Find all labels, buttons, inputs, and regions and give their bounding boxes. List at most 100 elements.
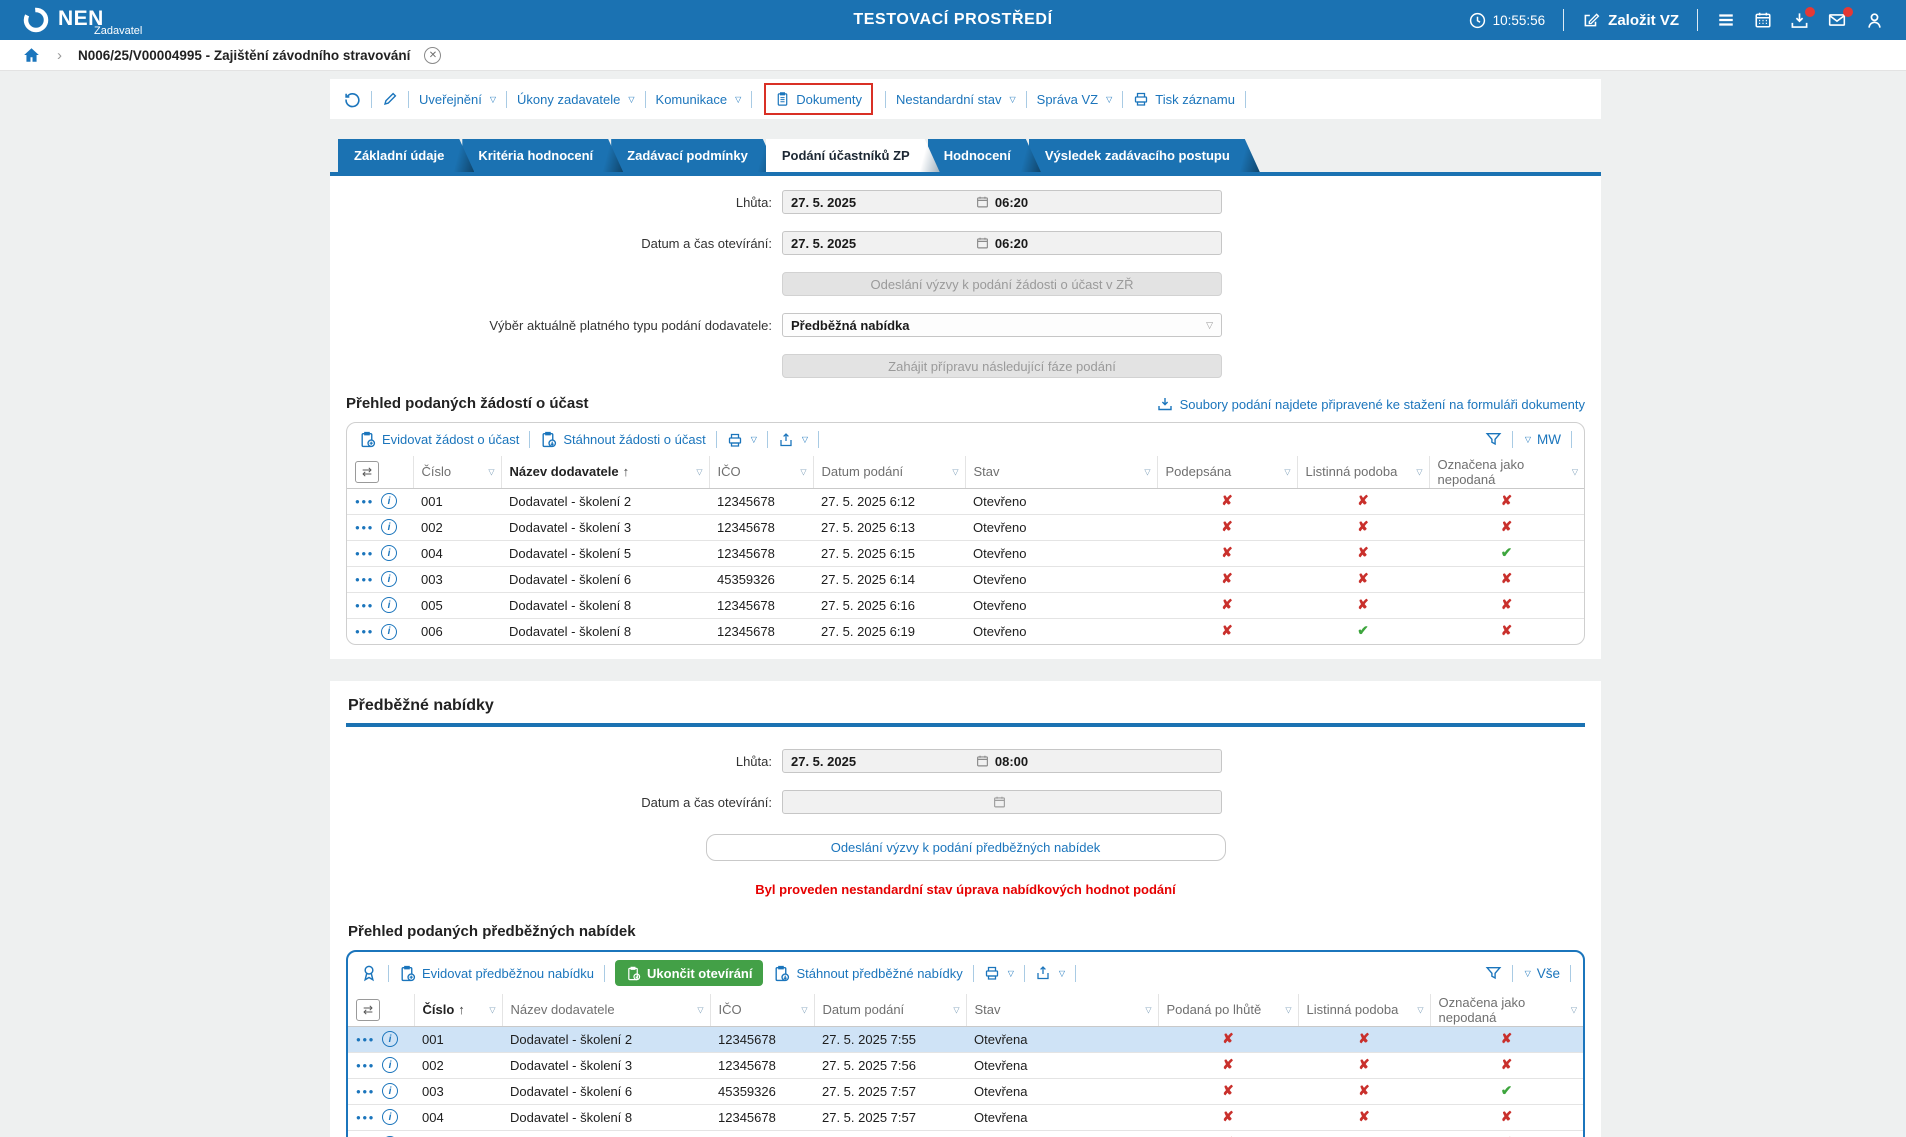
view-selector[interactable]: ▽ Vše: [1523, 966, 1560, 981]
tab-hodnoceni[interactable]: Hodnocení: [928, 139, 1041, 172]
row-info-icon[interactable]: i: [382, 1083, 398, 1100]
print-list-button[interactable]: ▽: [984, 965, 1014, 981]
table-row[interactable]: ●●●i005Dodavatel - školení 81234567827. …: [347, 592, 1584, 619]
submission-files-link[interactable]: Soubory podání najdete připravené ke sta…: [1157, 396, 1585, 412]
preliminary-deadline-field[interactable]: 27. 5. 2025 08:00: [782, 749, 1222, 773]
table-row[interactable]: ●●● i 001 Dodavatel - školení 2 12345678 27. …: [347, 488, 1584, 515]
calendar-icon[interactable]: [1754, 11, 1772, 29]
row-menu-icon[interactable]: ●●●: [356, 1113, 375, 1122]
table-row[interactable]: ●●●i005Dodavatel - školení 81234567827. …: [348, 1130, 1583, 1137]
row-menu-icon[interactable]: ●●●: [356, 1061, 375, 1070]
finish-opening-button[interactable]: Ukončit otevírání: [615, 960, 764, 986]
row-info-icon[interactable]: i: [381, 623, 397, 640]
close-icon[interactable]: ✕: [424, 46, 442, 64]
row-menu-icon[interactable]: ●●●: [355, 627, 374, 636]
table-row[interactable]: ●●● i 002 Dodavatel - školení 3 12345678 27. …: [348, 1052, 1583, 1079]
row-info-icon[interactable]: i: [381, 571, 397, 588]
table-row[interactable]: ●●● i 003 Dodavatel - školení 6 45359326 27. …: [348, 1078, 1583, 1105]
table-row[interactable]: ●●● i 004 Dodavatel - školení 8 12345678 27. …: [348, 1104, 1583, 1131]
tab-vysledek-zadavaciho-postupu[interactable]: Výsledek zadávacího postupu: [1029, 139, 1260, 172]
ribbon-icon[interactable]: [360, 964, 378, 982]
calendar-icon[interactable]: [976, 195, 989, 209]
toolbar-item-uverejneni[interactable]: Uveřejnění ▽: [419, 92, 496, 107]
column-filter-icon[interactable]: ▽: [1571, 1005, 1577, 1014]
column-filter-icon[interactable]: ▽: [489, 1005, 495, 1014]
column-filter-icon[interactable]: ▽: [1284, 467, 1290, 476]
column-filter-icon[interactable]: ▽: [696, 467, 702, 476]
toolbar-item-dokumenty[interactable]: Dokumenty: [764, 83, 873, 115]
filter-icon[interactable]: [1485, 965, 1502, 982]
inbox-download-icon[interactable]: [1790, 6, 1815, 30]
toolbar-item-nestandardni-stav[interactable]: Nestandardní stav ▽: [896, 92, 1016, 107]
download-preliminary-offers-button[interactable]: Stáhnout předběžné nabídky: [773, 965, 963, 982]
row-menu-icon[interactable]: ●●●: [355, 523, 374, 532]
row-info-icon[interactable]: i: [381, 493, 397, 510]
column-filter-icon[interactable]: ▽: [1416, 467, 1422, 476]
table-row[interactable]: ●●● i 001 Dodavatel - školení 2 12345678 27. …: [348, 1026, 1583, 1053]
tab-podani-ucastniku-zp[interactable]: Podání účastníků ZP: [766, 139, 940, 172]
send-invite-button[interactable]: Odeslání výzvy k podání žádosti o účast …: [782, 272, 1222, 296]
view-selector[interactable]: ▽ MW: [1523, 432, 1561, 447]
row-info-icon[interactable]: i: [382, 1109, 398, 1126]
column-filter-icon[interactable]: ▽: [953, 1005, 959, 1014]
create-vz-button[interactable]: Založit VZ: [1582, 11, 1679, 29]
export-list-button[interactable]: ▽: [1035, 965, 1065, 981]
row-menu-icon[interactable]: ●●●: [355, 601, 374, 610]
row-info-icon[interactable]: i: [381, 597, 397, 614]
tab-zadavaci-podminky[interactable]: Zadávací podmínky: [611, 139, 778, 172]
mail-icon[interactable]: [1827, 7, 1853, 29]
tab-zakladni-udaje[interactable]: Základní údaje: [338, 139, 474, 172]
column-filter-icon[interactable]: ▽: [488, 467, 494, 476]
row-info-icon[interactable]: i: [381, 545, 397, 562]
history-refresh-icon[interactable]: [344, 91, 361, 108]
home-icon[interactable]: [22, 46, 41, 64]
column-filter-icon[interactable]: ▽: [1285, 1005, 1291, 1014]
table-row[interactable]: ●●● i 004 Dodavatel - školení 5 12345678 27. …: [347, 540, 1584, 567]
submission-type-select[interactable]: Předběžná nabídka ▽: [782, 313, 1222, 337]
column-filter-icon[interactable]: ▽: [801, 1005, 807, 1014]
register-request-button[interactable]: Evidovat žádost o účast: [359, 431, 519, 448]
row-info-icon[interactable]: i: [381, 519, 397, 536]
next-phase-button[interactable]: Zahájit přípravu následující fáze podání: [782, 354, 1222, 378]
toolbar-item-sprava-vz[interactable]: Správa VZ ▽: [1037, 92, 1113, 107]
download-requests-button[interactable]: Stáhnout žádosti o účast: [540, 431, 706, 448]
column-filter-icon[interactable]: ▽: [1417, 1005, 1423, 1014]
breadcrumb-record[interactable]: N006/25/V00004995 - Zajištění závodního …: [78, 48, 410, 63]
row-menu-icon[interactable]: ●●●: [355, 575, 374, 584]
column-filter-icon[interactable]: ▽: [1145, 1005, 1151, 1014]
filter-icon[interactable]: [1485, 431, 1502, 448]
table-row[interactable]: ●●● i 006 Dodavatel - školení 8 12345678 27. …: [347, 618, 1584, 644]
column-chooser-icon[interactable]: ⇄: [356, 998, 380, 1021]
row-info-icon[interactable]: i: [382, 1057, 398, 1074]
tab-kriteria-hodnoceni[interactable]: Kritéria hodnocení: [462, 139, 623, 172]
table-row[interactable]: ●●● i 002 Dodavatel - školení 3 12345678 27. …: [347, 514, 1584, 541]
send-preliminary-invite-button[interactable]: Odeslání výzvy k podání předběžných nabí…: [705, 834, 1226, 861]
opening-datetime-field[interactable]: 27. 5. 2025 06:20: [782, 231, 1222, 255]
toolbar-item-ukony-zadavatele[interactable]: Úkony zadavatele ▽: [517, 92, 635, 107]
calendar-icon[interactable]: [976, 754, 989, 768]
nen-logo[interactable]: NEN Zadavatel: [22, 4, 142, 37]
calendar-icon[interactable]: [976, 236, 989, 250]
toolbar-item-komunikace[interactable]: Komunikace ▽: [656, 92, 742, 107]
user-icon[interactable]: [1865, 11, 1884, 30]
print-list-button[interactable]: ▽: [727, 432, 757, 448]
column-filter-icon[interactable]: ▽: [800, 467, 806, 476]
column-filter-icon[interactable]: ▽: [952, 467, 958, 476]
edit-pencil-icon[interactable]: [382, 91, 398, 107]
deadline-datetime-field[interactable]: 27. 5. 2025 06:20: [782, 190, 1222, 214]
row-menu-icon[interactable]: ●●●: [355, 549, 374, 558]
table-row[interactable]: ●●● i 003 Dodavatel - školení 6 45359326 27. …: [347, 566, 1584, 593]
row-menu-icon[interactable]: ●●●: [356, 1087, 375, 1096]
column-chooser-icon[interactable]: ⇄: [355, 460, 379, 483]
row-info-icon[interactable]: i: [382, 1031, 398, 1048]
column-filter-icon[interactable]: ▽: [1144, 467, 1150, 476]
row-menu-icon[interactable]: ●●●: [356, 1035, 375, 1044]
preliminary-opening-field[interactable]: [782, 790, 1222, 814]
column-filter-icon[interactable]: ▽: [1572, 467, 1578, 476]
export-list-button[interactable]: ▽: [778, 432, 808, 448]
register-preliminary-offer-button[interactable]: Evidovat předběžnou nabídku: [399, 965, 594, 982]
row-menu-icon[interactable]: ●●●: [355, 497, 374, 506]
column-filter-icon[interactable]: ▽: [697, 1005, 703, 1014]
menu-icon[interactable]: [1716, 11, 1736, 29]
toolbar-item-tisk-zaznamu[interactable]: Tisk záznamu: [1133, 91, 1235, 107]
